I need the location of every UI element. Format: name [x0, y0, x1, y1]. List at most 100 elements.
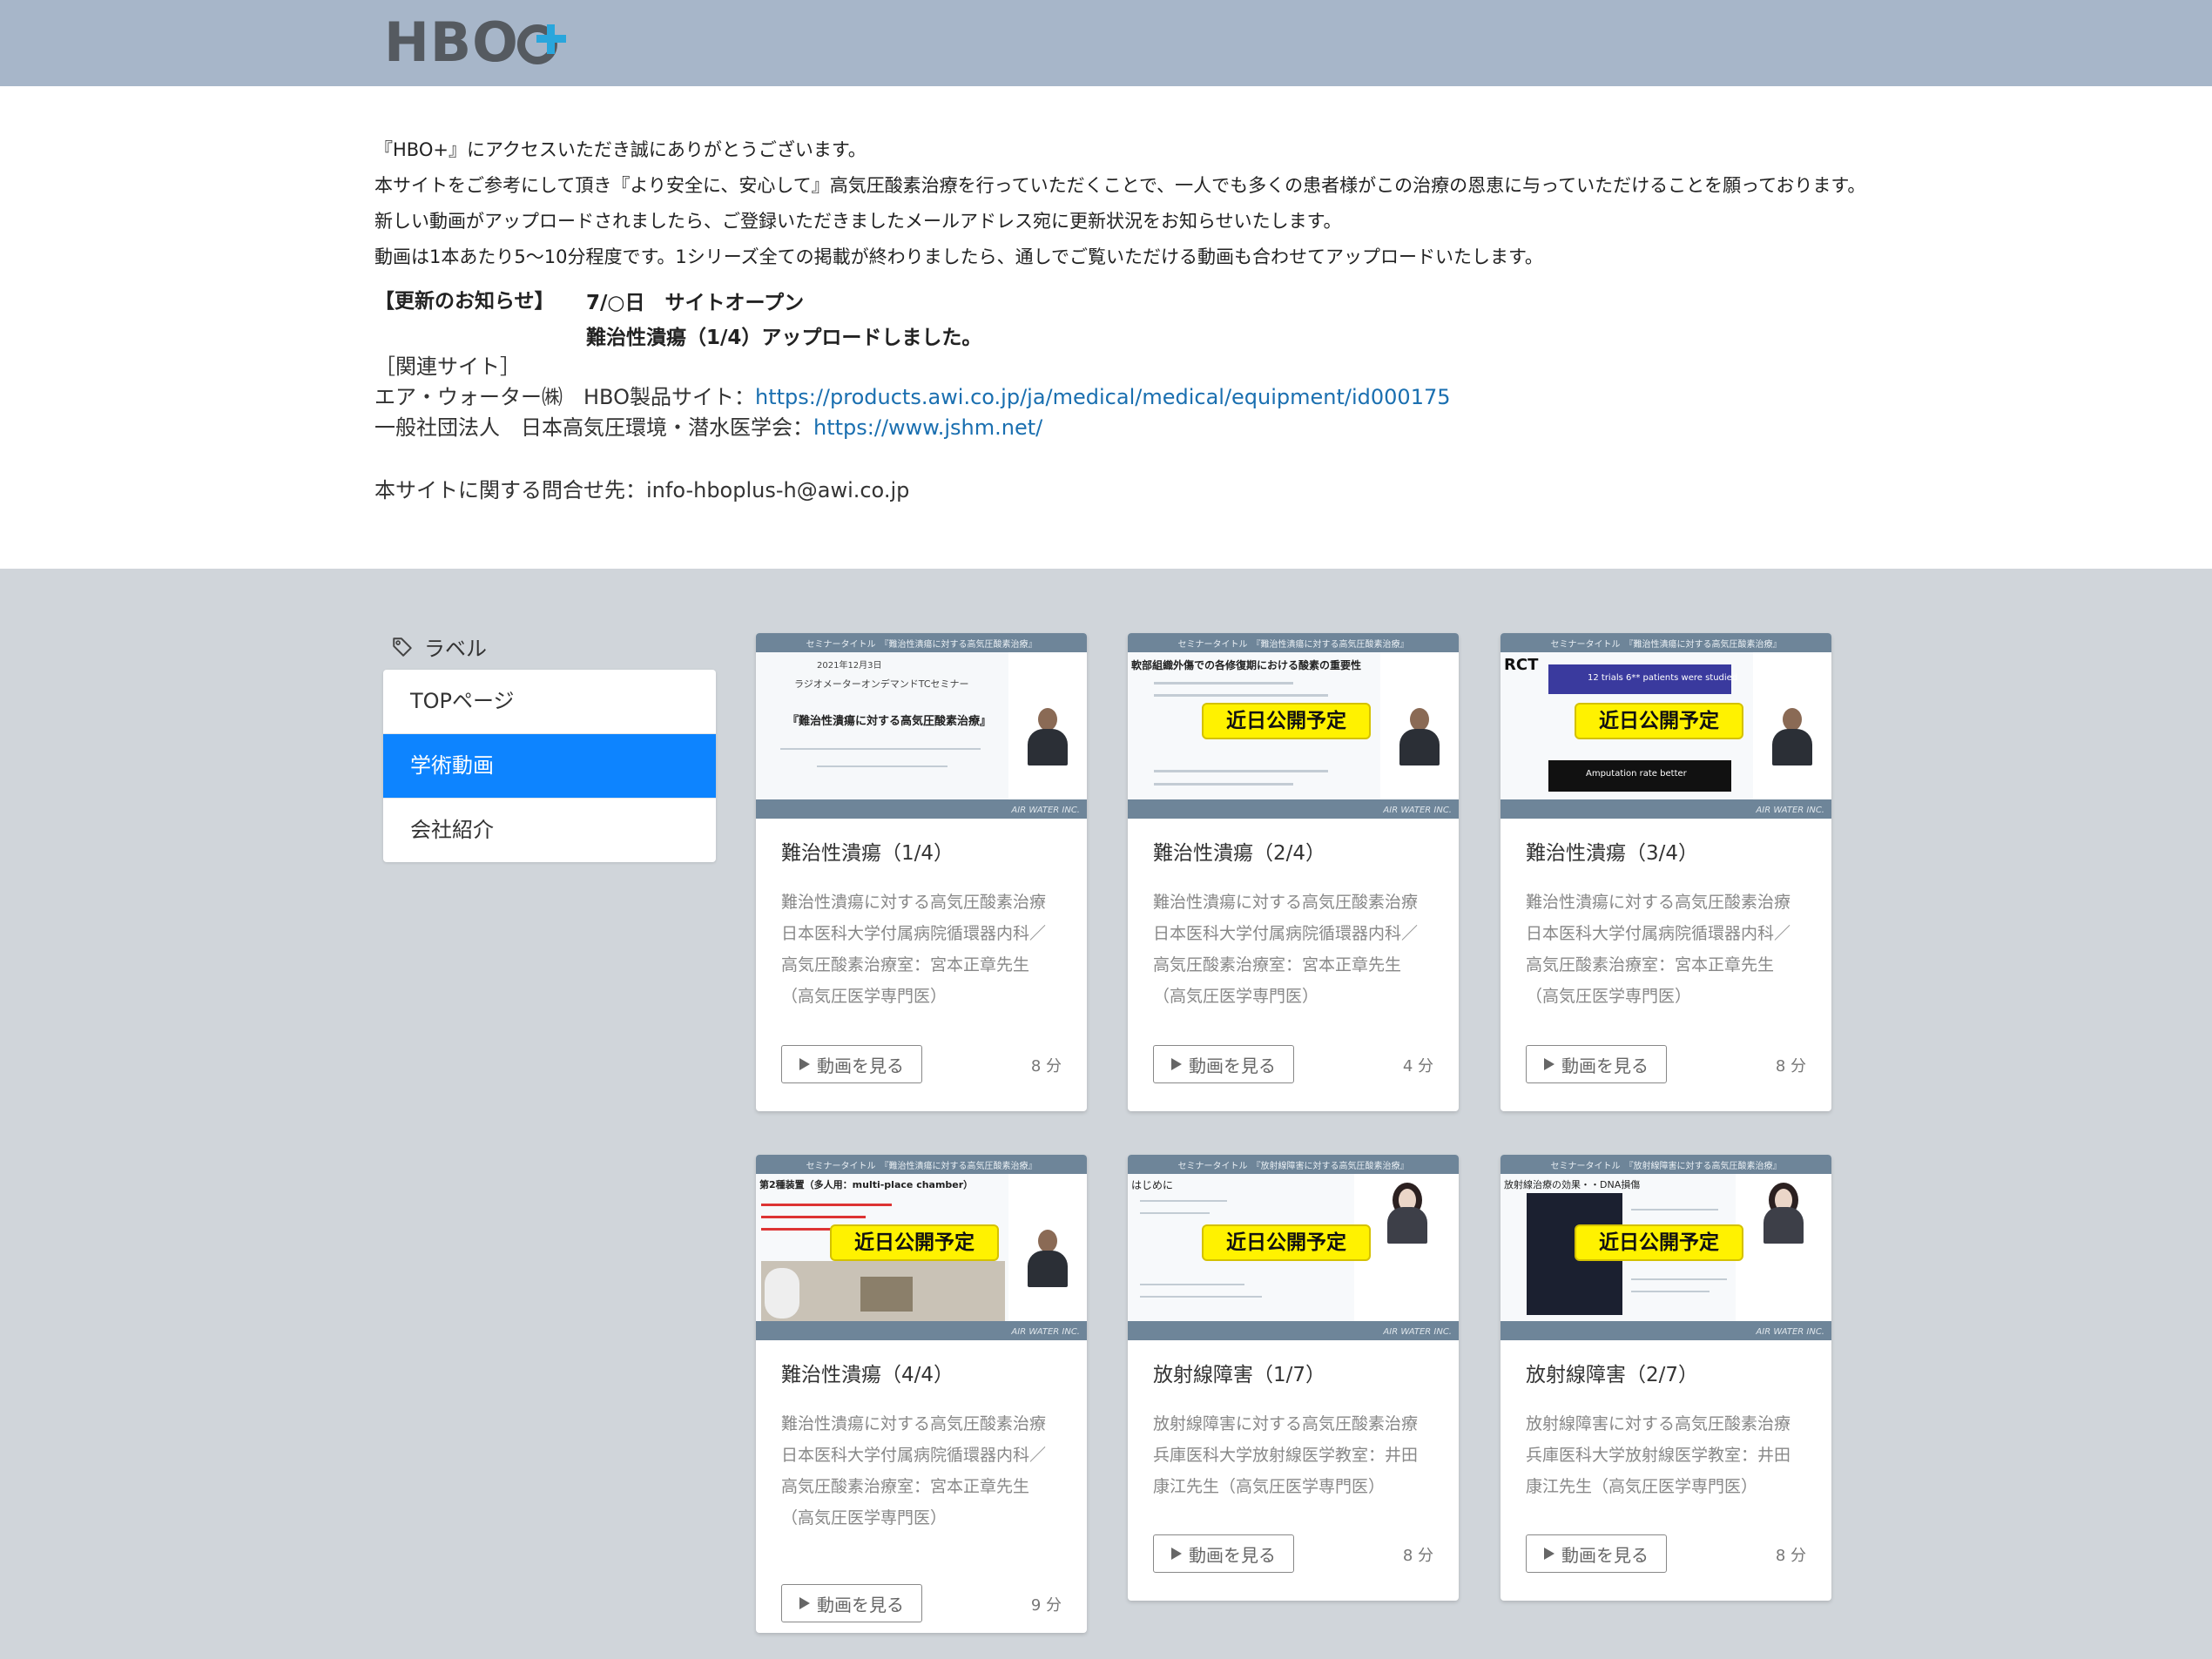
desc-line: 兵庫医科大学放射線医学教室：井田	[1526, 1446, 1791, 1465]
desc-line: （高気圧医学専門医）	[781, 1508, 948, 1527]
thumb-header: セミナータイトル 『難治性潰瘍に対する高気圧酸素治療』	[1550, 640, 1782, 650]
related-heading: ［関連サイト］	[374, 354, 521, 379]
intro-text: 『HBO+』にアクセスいただき誠にありがとうございます。 本サイトをご参考にして…	[374, 132, 2029, 275]
video-description: 難治性潰瘍に対する高気圧酸素治療 日本医科大学付属病院循環器内科／ 高気圧酸素治…	[781, 1408, 1062, 1534]
video-description: 難治性潰瘍に対する高気圧酸素治療 日本医科大学付属病院循環器内科／ 高気圧酸素治…	[1526, 887, 1806, 1012]
watch-video-button[interactable]: 動画を見る	[781, 1045, 922, 1083]
video-thumbnail[interactable]: セミナータイトル 『難治性潰瘍に対する高気圧酸素治療』 第2種装置（多人用：mu…	[756, 1155, 1087, 1340]
play-icon	[1544, 1548, 1554, 1560]
notice-line-2: 難治性潰瘍（1/4）アップロードしました。	[586, 327, 982, 349]
sidebar-nav: TOPページ 学術動画 会社紹介	[383, 670, 716, 862]
desc-line: 高気圧酸素治療室：宮本正章先生	[1153, 955, 1402, 974]
watch-video-label: 動画を見る	[817, 1055, 904, 1076]
desc-line: 康江先生（高気圧医学専門医）	[1526, 1477, 1758, 1496]
desc-line: 難治性潰瘍に対する高気圧酸素治療	[1153, 893, 1419, 912]
thumb-header: セミナータイトル 『放射線障害に対する高気圧酸素治療』	[1550, 1162, 1782, 1171]
label-heading-text: ラベル	[424, 637, 487, 661]
slide-title: RCT	[1504, 656, 1539, 674]
coming-soon-badge: 近日公開予定	[830, 1224, 999, 1261]
thumb-header: セミナータイトル 『難治性潰瘍に対する高気圧酸素治療』	[806, 640, 1037, 650]
desc-line: 日本医科大学付属病院循環器内科／	[1153, 924, 1419, 943]
desc-line: （高気圧医学専門医）	[1526, 987, 1692, 1006]
related-site-2: 一般社団法人 日本高気圧環境・潜水医学会：https://www.jshm.ne…	[374, 413, 1451, 443]
sidebar-item-top[interactable]: TOPページ	[383, 670, 716, 734]
watch-video-button[interactable]: 動画を見る	[781, 1584, 922, 1622]
intro-line: 新しい動画がアップロードされましたら、ご登録いただきましたメールアドレス宛に更新…	[374, 211, 1342, 232]
slide-title: はじめに	[1131, 1179, 1174, 1191]
thumb-footer: AIR WATER INC.	[1756, 1327, 1824, 1337]
sidebar-item-company[interactable]: 会社紹介	[383, 799, 716, 862]
slide-title: 軟部組織外傷での各修復期における酸素の重要性	[1131, 659, 1362, 671]
video-thumbnail[interactable]: セミナータイトル 『難治性潰瘍に対する高気圧酸素治療』 軟部組織外傷での各修復期…	[1128, 633, 1459, 819]
contact-info: 本サイトに関する問合せ先：info-hboplus-h@awi.co.jp	[374, 478, 910, 502]
watch-video-label: 動画を見る	[817, 1594, 904, 1615]
video-duration: 8 分	[1775, 1057, 1806, 1076]
slide-title: 第2種装置（多人用：multi-place chamber）	[759, 1179, 974, 1190]
watch-video-button[interactable]: 動画を見る	[1153, 1534, 1294, 1573]
play-icon	[1171, 1548, 1182, 1560]
desc-line: 高気圧酸素治療室：宮本正章先生	[781, 955, 1030, 974]
thumb-footer: AIR WATER INC.	[1756, 806, 1824, 815]
speaker-photo	[1772, 708, 1812, 765]
logo-text: HBO	[384, 10, 519, 74]
video-card[interactable]: セミナータイトル 『放射線障害に対する高気圧酸素治療』 はじめに 近日公開予定 …	[1128, 1155, 1459, 1601]
video-description: 放射線障害に対する高気圧酸素治療 兵庫医科大学放射線医学教室：井田 康江先生（高…	[1153, 1408, 1433, 1502]
related-site-1-label: エア・ウォーター㈱ HBO製品サイト：	[374, 385, 755, 409]
video-title[interactable]: 放射線障害（1/7）	[1153, 1359, 1433, 1391]
video-title[interactable]: 難治性潰瘍（1/4）	[781, 838, 1062, 869]
notice-label: 【更新のお知らせ】	[374, 290, 555, 313]
desc-line: 難治性潰瘍に対する高気圧酸素治療	[1526, 893, 1791, 912]
video-card[interactable]: セミナータイトル 『難治性潰瘍に対する高気圧酸素治療』 第2種装置（多人用：mu…	[756, 1155, 1087, 1633]
desc-line: 難治性潰瘍に対する高気圧酸素治療	[781, 893, 1047, 912]
sidebar-item-academic-videos[interactable]: 学術動画	[383, 734, 716, 799]
video-duration: 4 分	[1402, 1057, 1433, 1076]
slide-subtitle: 12 trials 6** patients were studied	[1588, 673, 1738, 683]
video-title[interactable]: 難治性潰瘍（4/4）	[781, 1359, 1062, 1391]
video-title[interactable]: 放射線障害（2/7）	[1526, 1359, 1806, 1391]
video-card[interactable]: セミナータイトル 『難治性潰瘍に対する高気圧酸素治療』 RCT 12 trial…	[1501, 633, 1831, 1111]
speaker-photo	[1028, 708, 1068, 765]
video-card[interactable]: セミナータイトル 『難治性潰瘍に対する高気圧酸素治療』 2021年12月3日 ラ…	[756, 633, 1087, 1111]
video-title[interactable]: 難治性潰瘍（3/4）	[1526, 838, 1806, 869]
desc-line: 難治性潰瘍に対する高気圧酸素治療	[781, 1414, 1047, 1433]
slide-subtitle: ラジオメーターオンデマンドTCセミナー	[794, 678, 969, 690]
video-description: 難治性潰瘍に対する高気圧酸素治療 日本医科大学付属病院循環器内科／ 高気圧酸素治…	[781, 887, 1062, 1012]
video-title[interactable]: 難治性潰瘍（2/4）	[1153, 838, 1433, 869]
notice-line-1: 7/○日 サイトオープン	[586, 292, 805, 314]
coming-soon-badge: 近日公開予定	[1202, 1224, 1371, 1261]
video-duration: 8 分	[1402, 1547, 1433, 1565]
play-icon	[1171, 1058, 1182, 1070]
desc-line: 日本医科大学付属病院循環器内科／	[1526, 924, 1791, 943]
intro-line: 動画は1本あたり5〜10分程度です。1シリーズ全ての掲載が終わりましたら、通しで…	[374, 246, 1543, 267]
video-thumbnail[interactable]: セミナータイトル 『放射線障害に対する高気圧酸素治療』 放射線治療の効果・・DN…	[1501, 1155, 1831, 1340]
video-thumbnail[interactable]: セミナータイトル 『難治性潰瘍に対する高気圧酸素治療』 2021年12月3日 ラ…	[756, 633, 1087, 819]
thumb-header: セミナータイトル 『難治性潰瘍に対する高気圧酸素治療』	[806, 1162, 1037, 1171]
desc-line: 高気圧酸素治療室：宮本正章先生	[1526, 955, 1775, 974]
video-card[interactable]: セミナータイトル 『放射線障害に対する高気圧酸素治療』 放射線治療の効果・・DN…	[1501, 1155, 1831, 1601]
video-thumbnail[interactable]: セミナータイトル 『放射線障害に対する高気圧酸素治療』 はじめに 近日公開予定 …	[1128, 1155, 1459, 1340]
watch-video-label: 動画を見る	[1561, 1544, 1649, 1566]
tag-icon	[393, 637, 412, 657]
video-card[interactable]: セミナータイトル 『難治性潰瘍に対する高気圧酸素治療』 軟部組織外傷での各修復期…	[1128, 633, 1459, 1111]
thumb-header: セミナータイトル 『難治性潰瘍に対する高気圧酸素治療』	[1177, 640, 1409, 650]
watch-video-button[interactable]: 動画を見る	[1526, 1534, 1667, 1573]
video-thumbnail[interactable]: セミナータイトル 『難治性潰瘍に対する高気圧酸素治療』 RCT 12 trial…	[1501, 633, 1831, 819]
video-duration: 9 分	[1030, 1596, 1062, 1615]
speaker-photo	[1399, 708, 1440, 765]
watch-video-button[interactable]: 動画を見る	[1526, 1045, 1667, 1083]
thumb-footer: AIR WATER INC.	[1011, 806, 1080, 815]
thumb-footer: AIR WATER INC.	[1383, 1327, 1452, 1337]
related-site-2-label: 一般社団法人 日本高気圧環境・潜水医学会：	[374, 415, 813, 440]
site-logo[interactable]: HBO	[384, 10, 566, 74]
related-site-1-link[interactable]: https://products.awi.co.jp/ja/medical/me…	[755, 385, 1451, 409]
watch-video-button[interactable]: 動画を見る	[1153, 1045, 1294, 1083]
desc-line: （高気圧医学専門医）	[781, 987, 948, 1006]
video-description: 放射線障害に対する高気圧酸素治療 兵庫医科大学放射線医学教室：井田 康江先生（高…	[1526, 1408, 1806, 1502]
logo-plus-icon	[516, 19, 566, 66]
coming-soon-badge: 近日公開予定	[1202, 703, 1371, 739]
desc-line: 日本医科大学付属病院循環器内科／	[781, 1446, 1047, 1465]
related-site-2-link[interactable]: https://www.jshm.net/	[813, 415, 1042, 440]
thumb-header: セミナータイトル 『放射線障害に対する高気圧酸素治療』	[1177, 1162, 1409, 1171]
intro-line: 本サイトをご参考にして頂き『より安全に、安心して』高気圧酸素治療を行っていただく…	[374, 175, 1866, 196]
watch-video-label: 動画を見る	[1189, 1544, 1276, 1566]
